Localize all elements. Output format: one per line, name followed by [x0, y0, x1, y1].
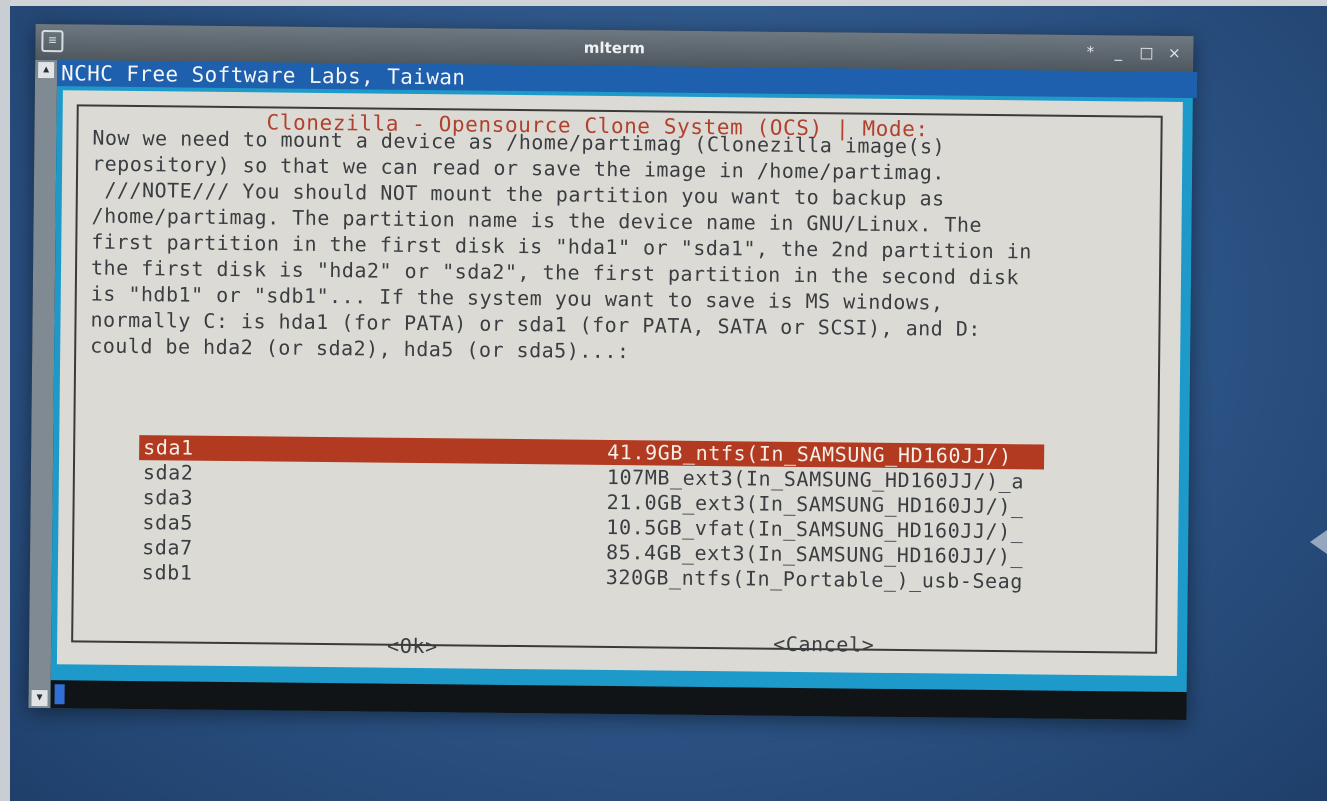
- terminal-prompt-line: [50, 680, 1187, 721]
- scroll-down-arrow-icon[interactable]: ▼: [31, 689, 48, 707]
- close-icon[interactable]: ×: [1167, 44, 1181, 62]
- text-cursor: [54, 684, 65, 705]
- partition-device: sda5: [142, 510, 194, 535]
- window-menu-icon[interactable]: ≡: [41, 30, 64, 53]
- window-controls: * _ □ ×: [1083, 43, 1181, 62]
- terminal-area[interactable]: NCHC Free Software Labs, Taiwan Clonezil…: [50, 60, 1198, 721]
- screen-left-edge: [0, 0, 10, 801]
- dialog-description: Now we need to mount a device as /home/p…: [90, 125, 1032, 364]
- clonezilla-dialog: Clonezilla - Opensource Clone System (OC…: [56, 90, 1183, 676]
- sticky-icon[interactable]: *: [1083, 43, 1097, 61]
- partition-device: sda1: [143, 435, 194, 460]
- screen-top-edge: [0, 0, 1327, 6]
- cancel-button[interactable]: <Cancel>: [773, 632, 874, 657]
- scroll-up-arrow-icon[interactable]: ▲: [38, 61, 55, 79]
- desktop-pointer-icon: [1310, 530, 1327, 554]
- minimize-icon[interactable]: _: [1111, 43, 1125, 61]
- partition-device: sda3: [142, 485, 194, 510]
- partition-info: 320GB_ntfs(In_Portable_)_usb-Seag: [605, 564, 1024, 594]
- partition-device: sda2: [142, 460, 194, 485]
- partition-menu: sda1 41.9GB_ntfs(In_SAMSUNG_HD160JJ/) sd…: [138, 435, 1045, 594]
- maximize-icon[interactable]: □: [1139, 44, 1153, 62]
- partition-device: sda7: [142, 535, 193, 560]
- ok-button[interactable]: <Ok>: [387, 634, 438, 659]
- partition-device: sdb1: [141, 560, 193, 585]
- terminal-window: ≡ mlterm * _ □ × ▲ ▼ NCHC Free Software …: [28, 23, 1198, 721]
- window-title: mlterm: [583, 38, 646, 58]
